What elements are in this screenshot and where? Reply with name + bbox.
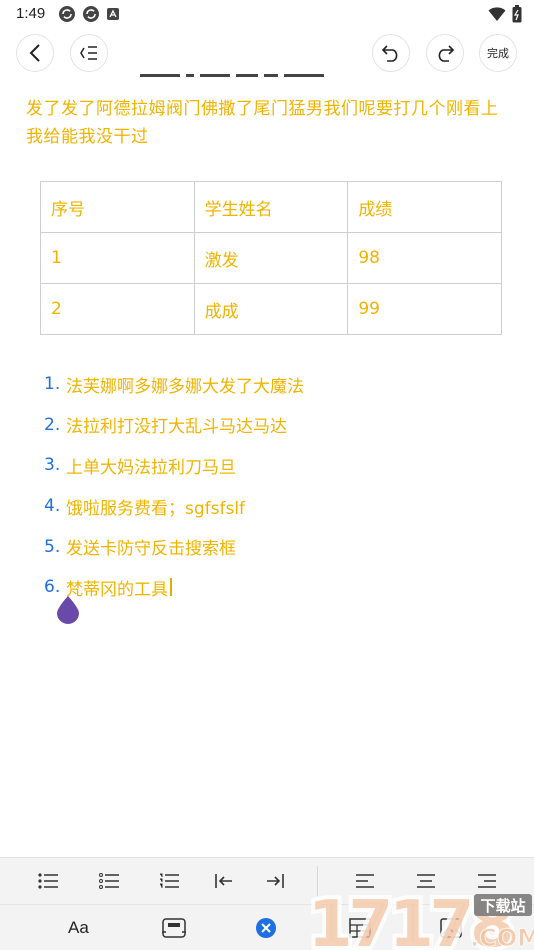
bullet-list-icon <box>38 873 58 889</box>
editor-toolbar: 完成 <box>0 34 534 74</box>
list-number: 3. <box>44 455 61 476</box>
list-text: 发送卡防守反击搜索框 <box>66 539 236 560</box>
ordered-list: 1. 法芙娜啊多娜多娜大发了大魔法 2. 法拉利打没打大乱斗马达马达 3. 上单大妈法… <box>44 364 514 608</box>
text-cursor <box>170 578 172 597</box>
list-text: 上单大妈法拉利刀马旦 <box>66 457 236 478</box>
list-item[interactable]: 3. 上单大妈法拉利刀马旦 <box>44 445 514 486</box>
list-item[interactable]: 1. 法芙娜啊多娜多娜大发了大魔法 <box>44 364 514 405</box>
status-time: 1:49 <box>16 5 46 22</box>
list-number: 6. <box>44 577 61 598</box>
done-button[interactable]: 完成 <box>479 34 517 72</box>
outline-icon <box>80 46 97 60</box>
template-button[interactable] <box>161 915 187 941</box>
align-right-icon <box>478 874 496 888</box>
list-number: 2. <box>44 414 61 435</box>
table-row: 1 激发 98 <box>40 232 502 284</box>
table-cell[interactable]: 1 <box>40 232 195 284</box>
template-icon <box>162 918 186 938</box>
list-text: 法芙娜啊多娜多娜大发了大魔法 <box>66 376 304 397</box>
list-number: 1. <box>44 374 61 395</box>
back-button[interactable] <box>16 34 54 72</box>
cursor-handle-icon[interactable] <box>56 596 80 624</box>
indent-button[interactable] <box>264 870 286 892</box>
done-label: 完成 <box>487 47 509 60</box>
list-item[interactable]: 4. 饿啦服务费看；sgfsfslf <box>44 486 514 527</box>
scrolled-text-fragment <box>140 72 360 78</box>
list-number: 5. <box>44 536 61 557</box>
close-circle-icon <box>256 918 276 938</box>
numbered-list-icon <box>160 873 179 888</box>
indent-icon <box>267 874 284 888</box>
battery-icon <box>512 5 522 23</box>
hollow-bullet-list-icon <box>99 873 119 889</box>
undo-button[interactable] <box>372 34 410 72</box>
table-header-row: 序号 学生姓名 成绩 <box>40 181 502 233</box>
outdent-icon <box>215 874 232 888</box>
table-row: 2 成成 99 <box>40 283 502 335</box>
list-item[interactable]: 2. 法拉利打没打大乱斗马达马达 <box>44 405 514 446</box>
sync-icon <box>83 6 99 22</box>
table-cell[interactable]: 98 <box>347 232 502 284</box>
text-style-label: Aa <box>68 918 89 937</box>
numbered-list-button[interactable] <box>158 870 180 892</box>
hollow-bullet-list-button[interactable] <box>98 870 120 892</box>
outdent-button[interactable] <box>213 870 235 892</box>
status-bar: 1:49 <box>0 0 534 28</box>
bullet-list-button[interactable] <box>37 870 59 892</box>
data-table[interactable]: 序号 学生姓名 成绩 1 激发 98 2 成成 99 <box>40 181 502 335</box>
app-notification-icon <box>107 8 119 20</box>
redo-icon <box>438 45 455 62</box>
table-cell[interactable]: 激发 <box>193 232 349 284</box>
align-center-icon <box>417 874 435 888</box>
svg-text:下载站: 下载站 <box>480 897 525 915</box>
chevron-left-icon <box>29 44 40 62</box>
table-cell[interactable]: 成成 <box>193 283 349 335</box>
list-item[interactable]: 6. 梵蒂冈的工具 <box>44 567 514 608</box>
site-watermark: 17178 17178 下载站 .COM <box>304 884 534 950</box>
table-cell[interactable]: 序号 <box>40 181 195 233</box>
watermark-logo: 17178 17178 下载站 .COM <box>304 884 534 950</box>
svg-text:.COM: .COM <box>470 924 534 950</box>
undo-icon <box>381 45 398 62</box>
text-style-button[interactable]: Aa <box>68 915 89 941</box>
outline-button[interactable] <box>70 34 108 72</box>
table-cell[interactable]: 2 <box>40 283 195 335</box>
table-cell[interactable]: 99 <box>347 283 502 335</box>
list-text: 法拉利打没打大乱斗马达马达 <box>66 417 287 438</box>
table-cell[interactable]: 学生姓名 <box>193 181 349 233</box>
list-text: 饿啦服务费看；sgfsfslf <box>66 498 246 519</box>
sync-icon <box>59 6 75 22</box>
list-item[interactable]: 5. 发送卡防守反击搜索框 <box>44 526 514 567</box>
list-number: 4. <box>44 496 61 517</box>
align-left-icon <box>356 874 374 888</box>
wifi-icon <box>488 7 506 21</box>
redo-button[interactable] <box>426 34 464 72</box>
list-text: 梵蒂冈的工具 <box>66 579 168 600</box>
table-cell[interactable]: 成绩 <box>347 181 502 233</box>
close-format-button[interactable] <box>255 915 277 941</box>
editor-paragraph[interactable]: 发了发了阿德拉姆阀门佛撒了尾门猛男我们呢要打几个刚看上我给能我没干过 <box>26 95 506 151</box>
